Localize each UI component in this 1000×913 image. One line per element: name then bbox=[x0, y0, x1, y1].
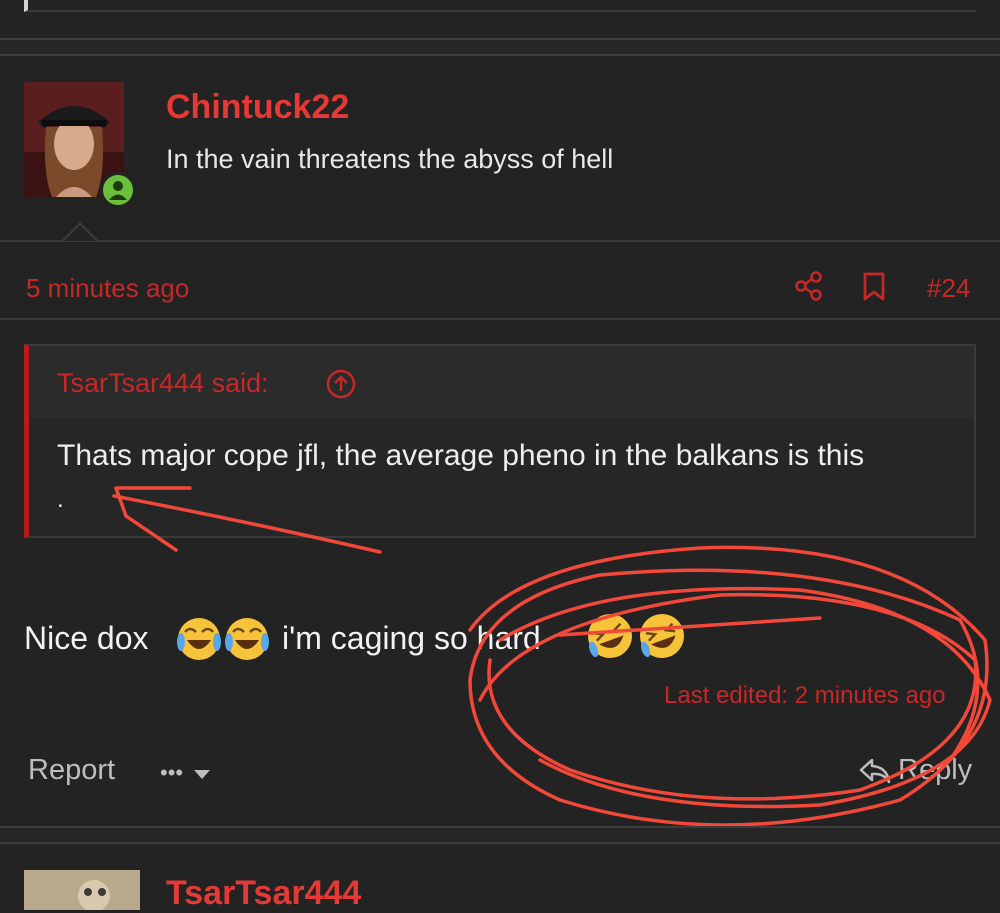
post-separator bbox=[0, 826, 1000, 844]
next-post-avatar[interactable] bbox=[24, 870, 140, 910]
next-post-username[interactable]: TsarTsar444 bbox=[166, 874, 361, 913]
hand-drawn-annotation bbox=[112, 486, 992, 827]
